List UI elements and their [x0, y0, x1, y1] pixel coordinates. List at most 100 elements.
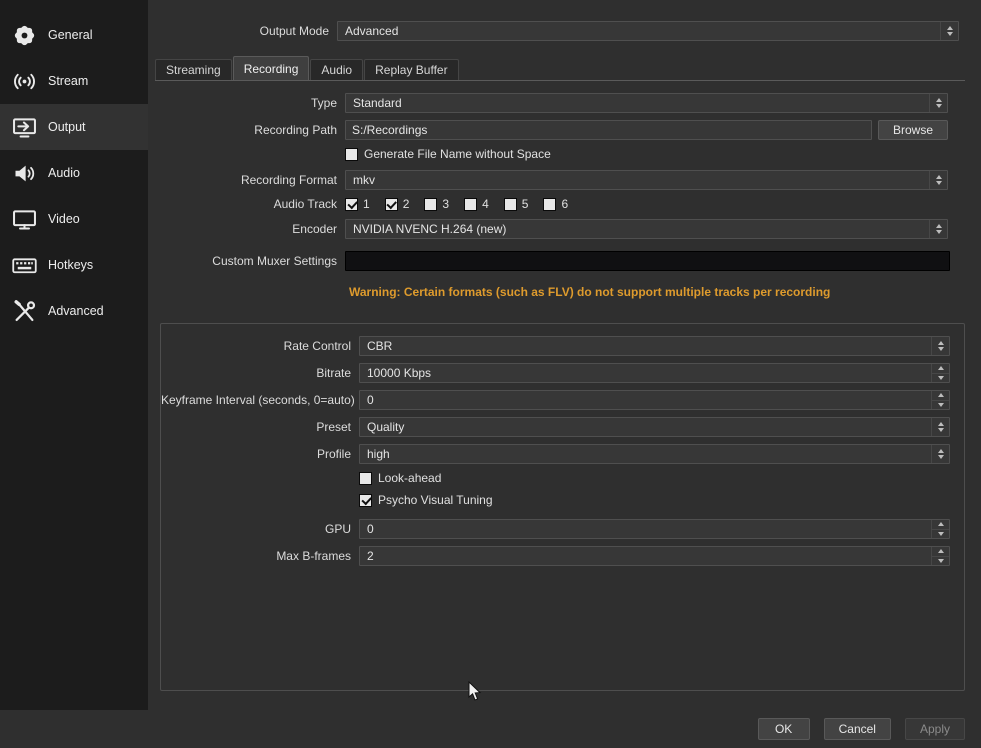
audio-track-6-label: 6	[561, 197, 568, 211]
rate-control-select[interactable]: CBR	[359, 336, 950, 356]
generate-no-space-checkbox[interactable]: Generate File Name without Space	[345, 147, 551, 161]
rate-control-value: CBR	[367, 339, 392, 353]
gpu-increment-button[interactable]	[932, 520, 949, 530]
look-ahead-row: Look-ahead	[161, 471, 950, 485]
audio-track-5[interactable]: 5	[504, 197, 529, 211]
recording-form: Type Standard Recording Path Browse Gene…	[148, 93, 981, 691]
stream-icon	[11, 68, 38, 95]
dialog-footer: OK Cancel Apply	[0, 710, 981, 748]
apply-button[interactable]: Apply	[905, 718, 965, 740]
combo-arrows-icon	[940, 22, 958, 40]
audio-track-2[interactable]: 2	[385, 197, 410, 211]
keyframe-decrement-button[interactable]	[932, 401, 949, 410]
bitrate-spinbox[interactable]: 10000 Kbps	[359, 363, 950, 383]
settings-content: Output Mode Advanced Streaming Recording…	[148, 0, 981, 710]
custom-muxer-input[interactable]	[345, 251, 950, 271]
generate-no-space-label: Generate File Name without Space	[364, 147, 551, 161]
cancel-button[interactable]: Cancel	[824, 718, 891, 740]
encoder-select[interactable]: NVIDIA NVENC H.264 (new)	[345, 219, 948, 239]
recording-path-label: Recording Path	[148, 123, 345, 137]
gpu-decrement-button[interactable]	[932, 530, 949, 539]
checkbox-indicator	[359, 472, 372, 485]
output-tabbar: Streaming Recording Audio Replay Buffer	[155, 57, 965, 81]
profile-select[interactable]: high	[359, 444, 950, 464]
output-mode-select[interactable]: Advanced	[337, 21, 959, 41]
combo-arrows-icon	[929, 94, 947, 112]
keyframe-interval-spinbox[interactable]: 0	[359, 390, 950, 410]
encoder-row: Encoder NVIDIA NVENC H.264 (new)	[148, 219, 948, 239]
max-bframes-increment-button[interactable]	[932, 547, 949, 557]
gpu-label: GPU	[161, 522, 359, 536]
audio-track-row: Audio Track 1 2 3 4	[148, 197, 948, 211]
output-mode-label: Output Mode	[148, 24, 337, 38]
sidebar-label-hotkeys: Hotkeys	[48, 258, 93, 272]
rate-control-label: Rate Control	[161, 339, 359, 353]
recording-format-select[interactable]: mkv	[345, 170, 948, 190]
type-select[interactable]: Standard	[345, 93, 948, 113]
max-bframes-label: Max B-frames	[161, 549, 359, 563]
audio-track-1[interactable]: 1	[345, 197, 370, 211]
max-bframes-decrement-button[interactable]	[932, 557, 949, 566]
output-mode-value: Advanced	[345, 24, 398, 38]
sidebar-label-advanced: Advanced	[48, 304, 104, 318]
combo-arrows-icon	[929, 220, 947, 238]
audio-track-5-label: 5	[522, 197, 529, 211]
sidebar-label-stream: Stream	[48, 74, 88, 88]
audio-track-3-label: 3	[442, 197, 449, 211]
max-bframes-row: Max B-frames 2	[161, 546, 950, 566]
keyframe-interval-label: Keyframe Interval (seconds, 0=auto)	[161, 393, 359, 407]
audio-track-6[interactable]: 6	[543, 197, 568, 211]
audio-track-1-label: 1	[363, 197, 370, 211]
sidebar-item-hotkeys[interactable]: Hotkeys	[0, 242, 148, 288]
browse-button[interactable]: Browse	[878, 120, 948, 140]
tab-recording[interactable]: Recording	[233, 56, 310, 80]
combo-arrows-icon	[931, 418, 949, 436]
preset-row: Preset Quality	[161, 417, 950, 437]
audio-track-3[interactable]: 3	[424, 197, 449, 211]
obs-settings-window: { "sidebar": { "items": [ { "label": "Ge…	[0, 0, 981, 748]
bitrate-decrement-button[interactable]	[932, 374, 949, 383]
audio-track-4[interactable]: 4	[464, 197, 489, 211]
bitrate-value: 10000 Kbps	[367, 366, 431, 380]
recording-path-row: Recording Path Browse	[148, 120, 948, 140]
recording-path-input[interactable]	[345, 120, 872, 140]
video-icon	[11, 206, 38, 233]
audio-track-2-label: 2	[403, 197, 410, 211]
output-mode-row: Output Mode Advanced	[148, 21, 959, 41]
tab-audio-label: Audio	[321, 63, 352, 77]
audio-icon	[11, 160, 38, 187]
keyframe-interval-row: Keyframe Interval (seconds, 0=auto) 0	[161, 390, 950, 410]
gpu-spinbox[interactable]: 0	[359, 519, 950, 539]
recording-format-label: Recording Format	[148, 173, 345, 187]
sidebar-item-general[interactable]: General	[0, 12, 148, 58]
sidebar-item-advanced[interactable]: Advanced	[0, 288, 148, 334]
tab-replay-buffer[interactable]: Replay Buffer	[364, 59, 459, 80]
encoder-settings-group: Rate Control CBR Bitrate 10000 Kbps Key	[160, 323, 965, 691]
ok-button[interactable]: OK	[758, 718, 810, 740]
format-warning-text: Warning: Certain formats (such as FLV) d…	[349, 285, 981, 299]
combo-arrows-icon	[931, 337, 949, 355]
max-bframes-spinbox[interactable]: 2	[359, 546, 950, 566]
preset-select[interactable]: Quality	[359, 417, 950, 437]
checkbox-indicator	[504, 198, 517, 211]
tab-replay-buffer-label: Replay Buffer	[375, 63, 448, 77]
sidebar-item-video[interactable]: Video	[0, 196, 148, 242]
sidebar-item-audio[interactable]: Audio	[0, 150, 148, 196]
bitrate-increment-button[interactable]	[932, 364, 949, 374]
audio-track-4-label: 4	[482, 197, 489, 211]
psycho-visual-tuning-checkbox[interactable]: Psycho Visual Tuning	[359, 493, 493, 507]
gpu-row: GPU 0	[161, 519, 950, 539]
tab-streaming-label: Streaming	[166, 63, 221, 77]
tab-streaming[interactable]: Streaming	[155, 59, 232, 80]
checkbox-indicator	[345, 198, 358, 211]
encoder-value: NVIDIA NVENC H.264 (new)	[353, 222, 506, 236]
sidebar-item-output[interactable]: Output	[0, 104, 148, 150]
sidebar-item-stream[interactable]: Stream	[0, 58, 148, 104]
sidebar-label-output: Output	[48, 120, 86, 134]
tab-audio[interactable]: Audio	[310, 59, 363, 80]
checkbox-indicator	[359, 494, 372, 507]
keyframe-increment-button[interactable]	[932, 391, 949, 401]
audio-track-label: Audio Track	[148, 197, 345, 211]
look-ahead-checkbox[interactable]: Look-ahead	[359, 471, 441, 485]
look-ahead-label: Look-ahead	[378, 471, 441, 485]
